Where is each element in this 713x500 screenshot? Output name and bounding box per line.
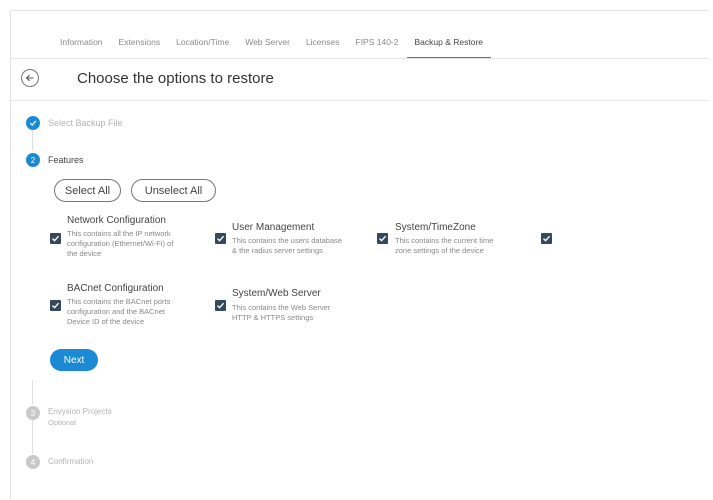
check-icon xyxy=(217,302,225,309)
select-all-button[interactable]: Select All xyxy=(54,179,121,202)
system-web-server-desc-line1: This contains the Web Server xyxy=(232,303,331,312)
system-timezone-desc-line1: This contains the current time xyxy=(395,236,494,245)
user-management-checkbox[interactable] xyxy=(215,233,226,244)
bacnet-configuration-title: BACnet Configuration xyxy=(67,283,164,294)
network-configuration-checkbox[interactable] xyxy=(50,233,61,244)
page-title: Choose the options to restore xyxy=(77,70,274,87)
step-4-indicator: 4 xyxy=(26,455,40,469)
bacnet-configuration-desc-line2: configuration and the BACnet xyxy=(67,307,165,316)
tab-location-time[interactable]: Location/Time xyxy=(168,27,237,57)
step-3-sublabel: Optional xyxy=(48,418,76,427)
network-configuration-title: Network Configuration xyxy=(67,215,166,226)
user-management-title: User Management xyxy=(232,222,315,233)
check-icon xyxy=(52,302,60,309)
step-3-indicator: 3 xyxy=(26,406,40,420)
step-2-label: Features xyxy=(48,155,84,165)
network-configuration-desc-line3: the device xyxy=(67,249,102,258)
step-1-indicator xyxy=(26,116,40,130)
check-icon xyxy=(217,235,225,242)
system-web-server-desc-line2: HTTP & HTTPS settings xyxy=(232,313,314,322)
check-icon xyxy=(379,235,387,242)
tab-bar: Information Extensions Location/Time Web… xyxy=(52,27,492,59)
step-4-label: Confirmation xyxy=(48,457,94,466)
system-web-server-title: System/Web Server xyxy=(232,288,321,299)
feature-4-checkbox[interactable] xyxy=(541,233,552,244)
step-connector xyxy=(32,418,33,454)
check-icon xyxy=(543,235,551,242)
tab-extensions[interactable]: Extensions xyxy=(111,27,169,57)
bacnet-configuration-checkbox[interactable] xyxy=(50,300,61,311)
tab-web-server[interactable]: Web Server xyxy=(237,27,298,57)
unselect-all-button[interactable]: Unselect All xyxy=(131,179,216,202)
step-1-label: Select Backup File xyxy=(48,118,123,128)
step-3-label: Envysion Projects xyxy=(48,407,112,416)
next-button[interactable]: Next xyxy=(50,349,98,371)
tab-backup-restore[interactable]: Backup & Restore xyxy=(406,27,492,59)
header-divider xyxy=(10,100,708,101)
tab-fips[interactable]: FIPS 140-2 xyxy=(348,27,407,57)
step-2-indicator: 2 xyxy=(26,153,40,167)
back-button[interactable] xyxy=(21,69,39,87)
arrow-left-icon xyxy=(25,74,34,82)
system-web-server-checkbox[interactable] xyxy=(215,300,226,311)
tab-divider xyxy=(10,58,708,59)
bacnet-configuration-desc-line1: This contains the BACnet ports xyxy=(67,297,171,306)
check-icon xyxy=(29,120,37,126)
step-connector xyxy=(32,130,33,150)
network-configuration-desc-line1: This contains all the IP network xyxy=(67,229,171,238)
user-management-desc-line2: & the radius server settings xyxy=(232,246,323,255)
system-timezone-checkbox[interactable] xyxy=(377,233,388,244)
user-management-desc-line1: This contains the users database xyxy=(232,236,343,245)
system-timezone-title: System/TimeZone xyxy=(395,222,476,233)
network-configuration-desc-line2: configuration (Ethernet/Wi-Fi) of xyxy=(67,239,174,248)
bacnet-configuration-desc-line3: Device ID of the device xyxy=(67,317,145,326)
check-icon xyxy=(52,235,60,242)
step-connector xyxy=(32,380,33,405)
system-timezone-desc-line2: zone settings of the device xyxy=(395,246,484,255)
tab-licenses[interactable]: Licenses xyxy=(298,27,348,57)
tab-information[interactable]: Information xyxy=(52,27,111,57)
